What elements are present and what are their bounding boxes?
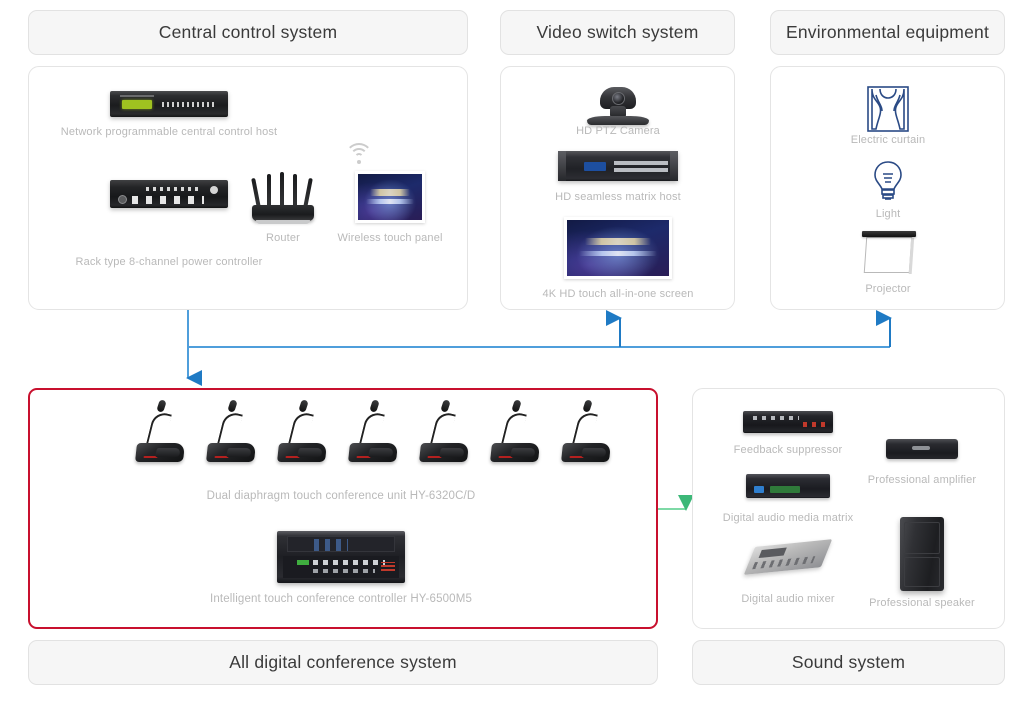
ptz-camera-icon [587,81,649,125]
conference-controller-icon [277,531,405,583]
conference-microphone-icon [277,399,327,462]
touch-screen-icon [564,217,672,279]
amplifier-icon [886,439,958,459]
panel-all-digital-conference-system: Dual diaphragm touch conference unit HY-… [28,388,658,629]
device-label-wireless-touch-panel: Wireless touch panel [337,232,443,244]
feedback-suppressor-icon [743,411,833,433]
device-label-power-controller: Rack type 8-channel power controller [75,256,263,268]
device-label-electric-curtain: Electric curtain [850,134,926,146]
diagram-canvas: Central control system Video switch syst… [0,0,1024,707]
conference-microphone-icon [419,399,469,462]
connector-central-bus [188,310,892,348]
curtain-icon [866,85,910,138]
header-label: Video switch system [536,22,699,42]
header-environmental-equipment[interactable]: Environmental equipment [770,10,1005,55]
panel-sound-system: Feedback suppressor Professional amplifi… [692,388,1005,629]
device-label-projector: Projector [865,283,911,295]
panel-video-switch-system: HD PTZ Camera HD seamless matrix host 4K… [500,66,735,310]
header-label: Central control system [158,22,338,42]
device-label-router: Router [266,232,300,244]
lightbulb-icon [871,159,905,208]
header-central-control-system[interactable]: Central control system [28,10,468,55]
wifi-icon [344,141,374,165]
conference-microphone-icon [135,399,185,462]
device-label-matrix-host: HD seamless matrix host [555,191,681,203]
device-label-central-control-host: Network programmable central control hos… [60,126,278,138]
panel-environmental-equipment: Electric curtain Light Projector [770,66,1005,310]
conference-microphone-icon [490,399,540,462]
device-label-speaker: Professional speaker [869,597,975,609]
footer-all-digital-conference-system[interactable]: All digital conference system [28,640,658,685]
device-label-conference-controller: Intelligent touch conference controller … [210,593,472,605]
footer-label: All digital conference system [229,652,457,672]
conference-microphone-icon [206,399,256,462]
audio-media-matrix-icon [746,474,830,498]
matrix-host-icon [558,151,678,181]
conference-microphone-icon [348,399,398,462]
panel-central-control-system: Network programmable central control hos… [28,66,468,310]
device-label-conference-unit: Dual diaphragm touch conference unit HY-… [206,490,476,502]
rack-host-icon [110,91,228,117]
conference-microphone-icon [561,399,611,462]
header-video-switch-system[interactable]: Video switch system [500,10,735,55]
projector-screen-icon [860,231,916,281]
wireless-touch-panel-icon [355,171,425,223]
device-label-feedback-suppressor: Feedback suppressor [733,444,843,456]
device-label-ptz-camera: HD PTZ Camera [576,125,660,137]
rack-power-controller-icon [110,180,228,208]
speaker-icon [900,517,944,591]
audio-mixer-icon [743,537,833,579]
router-icon [250,169,316,224]
header-label: Environmental equipment [785,22,990,42]
device-label-touch-all-in-one-screen: 4K HD touch all-in-one screen [542,288,694,300]
device-label-audio-mixer: Digital audio mixer [741,593,835,605]
device-label-light: Light [875,208,901,220]
footer-label: Sound system [791,652,906,672]
device-label-amplifier: Professional amplifier [867,474,977,486]
footer-sound-system[interactable]: Sound system [692,640,1005,685]
device-label-audio-media-matrix: Digital audio media matrix [722,512,854,524]
